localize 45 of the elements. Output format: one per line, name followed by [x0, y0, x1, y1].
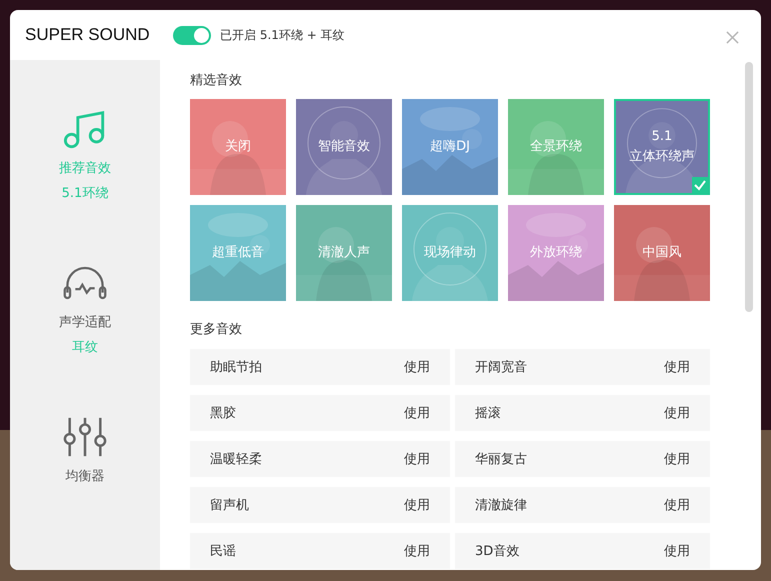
tile-label: 中国风: [642, 244, 682, 262]
tile-label: 外放环绕: [530, 244, 582, 262]
window-title: SUPER SOUND: [25, 25, 151, 45]
use-button[interactable]: 使用: [404, 358, 430, 376]
effect-tile[interactable]: 智能音效: [296, 99, 392, 195]
toggle-switch[interactable]: [173, 26, 211, 44]
use-button[interactable]: 使用: [664, 358, 690, 376]
tile-label: 全景环绕: [530, 138, 582, 156]
effect-name: 黑胶: [210, 405, 236, 422]
sidebar-subtitle: 耳纹: [72, 339, 98, 357]
status-text: 已开启 5.1环绕 + 耳纹: [220, 26, 345, 44]
music-note-icon[interactable]: [63, 108, 107, 150]
section-title: 更多音效: [190, 321, 243, 339]
tile-label: 清澈人声: [318, 244, 370, 262]
equalizer-icon[interactable]: [63, 416, 107, 458]
use-button[interactable]: 使用: [404, 496, 430, 514]
use-button[interactable]: 使用: [664, 542, 690, 560]
tile-label: 关闭: [225, 138, 251, 156]
use-button[interactable]: 使用: [404, 450, 430, 468]
use-button[interactable]: 使用: [404, 404, 430, 422]
effect-tile[interactable]: 5.1 立体环绕声: [614, 99, 710, 195]
tile-label: 超重低音: [212, 244, 264, 262]
sidebar-item[interactable]: 均衡器: [66, 468, 104, 486]
use-button[interactable]: 使用: [404, 542, 430, 560]
tile-label: 智能音效: [318, 138, 370, 156]
tile-label: 现场律动: [424, 244, 476, 262]
effect-name: 开阔宽音: [475, 359, 527, 376]
effect-name: 华丽复古: [475, 451, 527, 468]
section-title: 精选音效: [190, 72, 243, 90]
effect-name: 清澈旋律: [475, 497, 527, 514]
effect-name: 助眠节拍: [210, 359, 262, 376]
effect-name: 3D音效: [475, 543, 520, 560]
sidebar-subtitle: 5.1环绕: [62, 185, 108, 203]
sidebar-item[interactable]: 声学适配: [59, 314, 111, 332]
tile-label: 5.1 立体环绕声: [630, 128, 694, 166]
effect-name: 留声机: [210, 497, 249, 514]
checkmark-icon: [692, 177, 708, 193]
use-button[interactable]: 使用: [664, 450, 690, 468]
use-button[interactable]: 使用: [664, 404, 690, 422]
effect-name: 摇滚: [475, 405, 501, 422]
effect-name: 温暖轻柔: [210, 451, 262, 468]
close-icon[interactable]: [726, 30, 739, 44]
effect-name: 民谣: [210, 543, 236, 560]
use-button[interactable]: 使用: [664, 496, 690, 514]
tile-label: 超嗨DJ: [430, 138, 470, 156]
